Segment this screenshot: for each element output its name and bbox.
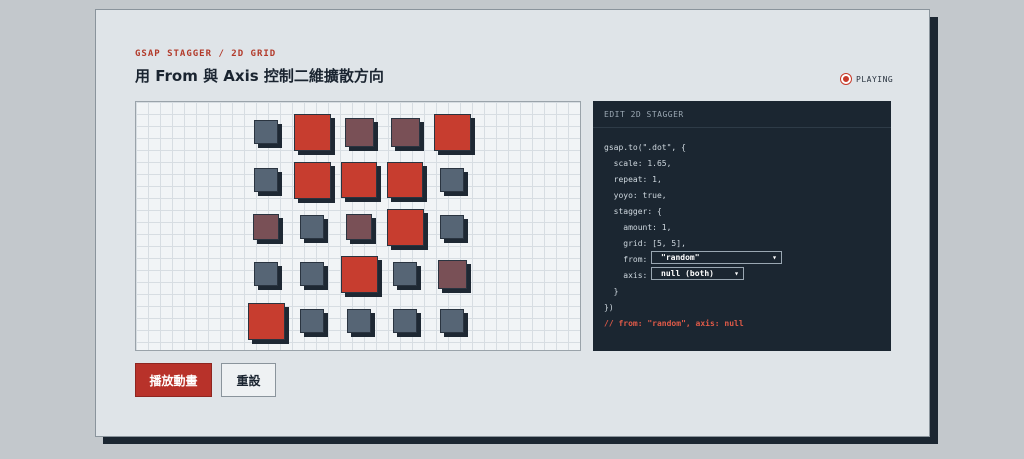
grid-dot [345,118,374,147]
grid-dot [248,303,285,340]
grid-dot [387,209,424,246]
grid-dot [300,262,324,286]
grid-dot [254,120,278,144]
chevron-down-icon: ▾ [772,253,777,262]
grid-dot [300,309,324,333]
grid-dot [434,114,471,151]
grid-dot [393,262,417,286]
status-label: PLAYING [856,74,894,84]
code-line: stagger: { [604,207,662,216]
code-line: amount: 1, [604,223,672,232]
code-line: } [604,287,619,296]
code-line: from: [604,255,648,264]
grid-dot [438,260,467,289]
from-select[interactable]: "random" ▾ [651,251,782,264]
reset-button[interactable]: 重設 [221,363,276,397]
axis-select[interactable]: null (both) ▾ [651,267,744,280]
grid-dot [440,215,464,239]
grid-dot [391,118,420,147]
grid-dot [294,114,331,151]
play-animation-button[interactable]: 播放動畫 [135,363,212,397]
grid-dot [347,309,371,333]
grid-dot [346,214,372,240]
code-line: axis: [604,271,648,280]
grid-dot [341,256,378,293]
grid-dot [254,168,278,192]
status-indicator: PLAYING [841,74,893,84]
grid-dot [393,309,417,333]
chevron-down-icon: ▾ [734,269,739,278]
grid-dot [253,214,279,240]
code-comment: // from: "random", axis: null [604,319,744,328]
animation-stage [135,101,581,351]
axis-select-value: null (both) [661,269,714,278]
demo-card: GSAP STAGGER / 2D GRID 用 From 與 Axis 控制二… [95,9,930,437]
record-dot-icon [841,74,851,84]
grid-dot [440,309,464,333]
from-select-value: "random" [661,253,700,262]
grid-dot [387,162,423,198]
code-editor-panel: EDIT 2D STAGGER gsap.to(".dot", { scale:… [593,101,891,351]
page-title: 用 From 與 Axis 控制二維擴散方向 [135,67,384,85]
editor-heading: EDIT 2D STAGGER [593,101,891,128]
code-line: }) [604,303,614,312]
code-line: scale: 1.65, [604,159,672,168]
eyebrow-label: GSAP STAGGER / 2D GRID [135,49,277,59]
grid-dot [341,162,377,198]
code-line: gsap.to(".dot", { [604,143,686,152]
code-line: repeat: 1, [604,175,662,184]
grid-dot [300,215,324,239]
grid-dot [294,162,331,199]
code-line: yoyo: true, [604,191,667,200]
code-line: grid: [5, 5], [604,239,686,248]
grid-dot [440,168,464,192]
grid-dot [254,262,278,286]
